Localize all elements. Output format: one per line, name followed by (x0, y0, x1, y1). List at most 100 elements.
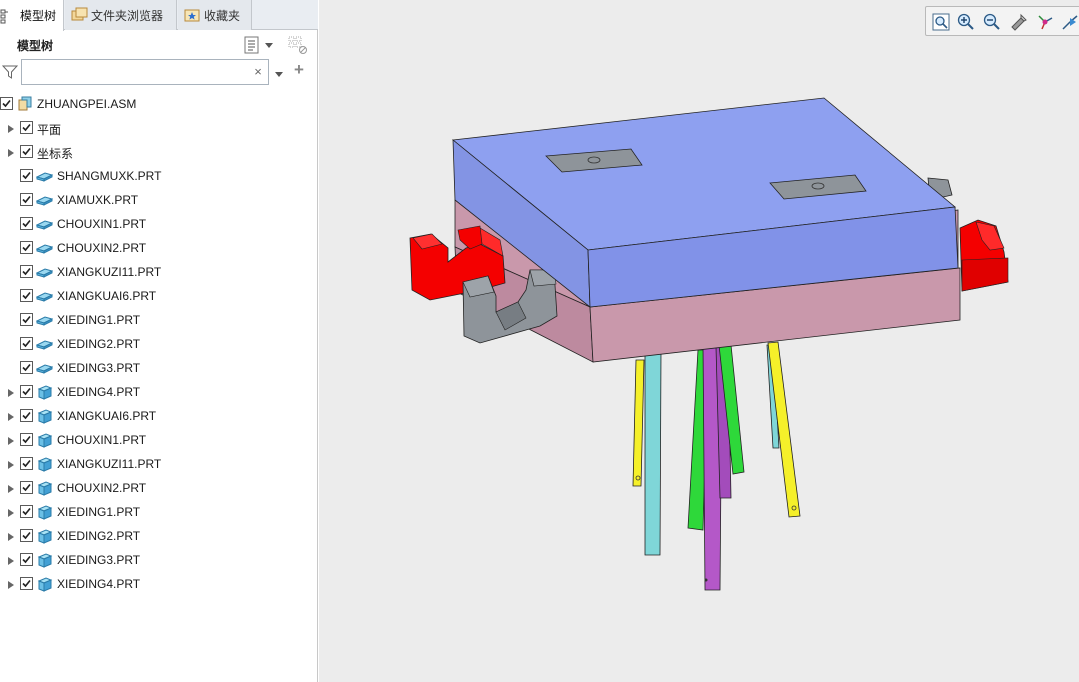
expand-arrow-icon[interactable] (6, 483, 16, 493)
part-icon (35, 264, 54, 280)
visibility-checkbox[interactable] (20, 289, 33, 302)
tree-root-row[interactable]: ZHUANGPEI.ASM (0, 92, 318, 116)
visibility-checkbox[interactable] (20, 481, 33, 494)
visibility-checkbox[interactable] (0, 97, 13, 110)
tree-item-label: SHANGMUXK.PRT (57, 169, 162, 183)
tree-row[interactable]: CHOUXIN2.PRT (0, 476, 318, 500)
visibility-checkbox[interactable] (20, 457, 33, 470)
part-icon (36, 408, 53, 424)
tree-row[interactable]: XIEDING2.PRT (0, 524, 318, 548)
part-icon (36, 456, 53, 472)
tree-row[interactable]: CHOUXIN1.PRT (0, 428, 318, 452)
zoom-out-icon[interactable] (982, 12, 1002, 32)
visibility-checkbox[interactable] (20, 145, 33, 158)
expand-arrow-icon[interactable] (6, 459, 16, 469)
tree-row[interactable]: SHANGMUXK.PRT (0, 164, 318, 188)
chevron-down-icon[interactable] (274, 68, 284, 78)
tree-row[interactable]: XIEDING3.PRT (0, 548, 318, 572)
part-icon (36, 504, 53, 520)
visibility-checkbox[interactable] (20, 385, 33, 398)
expand-arrow-icon[interactable] (6, 555, 16, 565)
view-toolbar (925, 6, 1079, 36)
tree-row[interactable]: CHOUXIN2.PRT (0, 236, 318, 260)
show-columns-icon[interactable] (287, 35, 307, 55)
named-view-icon[interactable] (1060, 12, 1079, 32)
part-icon (35, 216, 54, 232)
tree-row[interactable]: XIEDING1.PRT (0, 308, 318, 332)
expand-arrow-icon[interactable] (6, 411, 16, 421)
visibility-checkbox[interactable] (20, 241, 33, 254)
tree-row[interactable]: XIEDING1.PRT (0, 500, 318, 524)
tab-label: 收藏夹 (204, 8, 241, 23)
visibility-checkbox[interactable] (20, 169, 33, 182)
visibility-checkbox[interactable] (20, 313, 33, 326)
spin-center-icon[interactable] (1035, 12, 1055, 32)
zoom-in-icon[interactable] (956, 12, 976, 32)
tree-item-label: XIEDING4.PRT (57, 385, 141, 399)
assembly-3d-model[interactable] (319, 0, 1079, 682)
visibility-checkbox[interactable] (20, 265, 33, 278)
expand-arrow-icon[interactable] (6, 579, 16, 589)
visibility-checkbox[interactable] (20, 121, 33, 134)
tree-search-input[interactable] (21, 59, 269, 85)
visibility-checkbox[interactable] (20, 529, 33, 542)
tree-settings-icon[interactable] (242, 35, 262, 55)
left-panel: 模型树 文件夹浏览器 收藏夹 模型树 × + ZHUANGPEI.ASM 平面 … (0, 0, 318, 682)
part-icon (35, 240, 54, 256)
expand-arrow-icon[interactable] (6, 147, 16, 157)
tree-item-label: XIEDING2.PRT (57, 529, 141, 543)
tree-item-label: 坐标系 (37, 147, 74, 161)
tree-row[interactable]: XIANGKUZI11.PRT (0, 260, 318, 284)
part-icon (35, 192, 54, 208)
tree-row[interactable]: XIEDING3.PRT (0, 356, 318, 380)
expand-arrow-icon[interactable] (6, 531, 16, 541)
tree-row[interactable]: XIANGKUAI6.PRT (0, 284, 318, 308)
tab-label: 模型树 (20, 9, 57, 23)
tree-item-label: CHOUXIN1.PRT (57, 217, 147, 231)
tab-favorites[interactable]: 收藏夹 (178, 0, 252, 30)
filter-row: × + (0, 58, 318, 88)
repaint-icon[interactable] (1009, 12, 1029, 32)
visibility-checkbox[interactable] (20, 505, 33, 518)
visibility-checkbox[interactable] (20, 193, 33, 206)
expand-arrow-icon[interactable] (6, 507, 16, 517)
tree-row[interactable]: XIEDING4.PRT (0, 572, 318, 596)
tree-item-label: XIEDING1.PRT (57, 505, 141, 519)
visibility-checkbox[interactable] (20, 337, 33, 350)
tab-label: 文件夹浏览器 (91, 8, 164, 23)
tree-row[interactable]: 坐标系 (0, 140, 318, 164)
chevron-down-icon[interactable] (264, 39, 274, 49)
tree-title: 模型树 (17, 39, 54, 53)
tab-model-tree[interactable]: 模型树 (0, 0, 64, 31)
tree-row[interactable]: XIEDING2.PRT (0, 332, 318, 356)
tree-row[interactable]: XIANGKUAI6.PRT (0, 404, 318, 428)
expand-arrow-icon[interactable] (6, 123, 16, 133)
visibility-checkbox[interactable] (20, 433, 33, 446)
tree-row[interactable]: XIANGKUZI11.PRT (0, 452, 318, 476)
tree-item-label: CHOUXIN1.PRT (57, 433, 147, 447)
tree-item-label: XIEDING3.PRT (57, 553, 141, 567)
visibility-checkbox[interactable] (20, 409, 33, 422)
refit-icon[interactable] (931, 12, 951, 32)
visibility-checkbox[interactable] (20, 361, 33, 374)
visibility-checkbox[interactable] (20, 553, 33, 566)
filter-icon[interactable] (1, 64, 19, 80)
tab-folder-browser[interactable]: 文件夹浏览器 (65, 0, 177, 30)
expand-arrow-icon[interactable] (6, 387, 16, 397)
part-icon (36, 528, 53, 544)
expand-arrow-icon[interactable] (6, 435, 16, 445)
graphics-viewport[interactable] (319, 0, 1079, 682)
tree-item-label: CHOUXIN2.PRT (57, 481, 147, 495)
tree-row[interactable]: 平面 (0, 116, 318, 140)
tree-row[interactable]: CHOUXIN1.PRT (0, 212, 318, 236)
tree-row[interactable]: XIEDING4.PRT (0, 380, 318, 404)
tree-item-label: CHOUXIN2.PRT (57, 241, 147, 255)
clear-icon[interactable]: × (252, 65, 264, 78)
visibility-checkbox[interactable] (20, 217, 33, 230)
part-icon (35, 168, 54, 184)
add-filter-icon[interactable]: + (292, 61, 306, 78)
tree-row[interactable]: XIAMUXK.PRT (0, 188, 318, 212)
tree-item-label: XIAMUXK.PRT (57, 193, 139, 207)
visibility-checkbox[interactable] (20, 577, 33, 590)
tree-item-label: XIEDING1.PRT (57, 313, 141, 327)
